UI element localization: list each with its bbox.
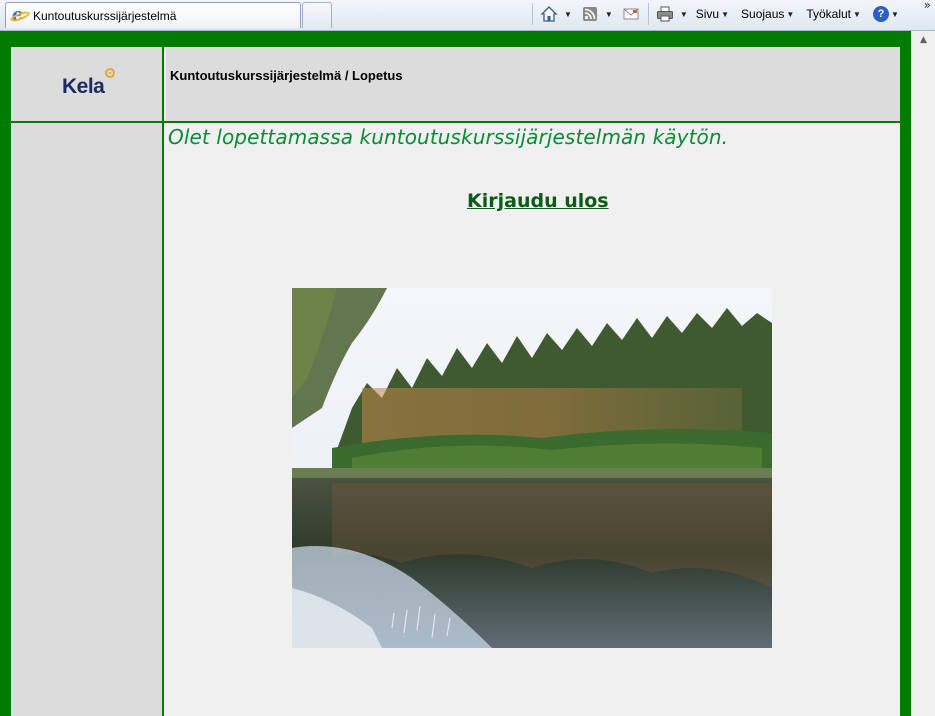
- page-frame: Kela Kuntoutuskurssijärjestelmä / Lopetu…: [11, 47, 900, 716]
- page-menu[interactable]: Sivu ▼: [696, 7, 737, 21]
- lake-landscape-image: [292, 288, 772, 648]
- logout-message: Olet lopettamassa kuntoutuskurssijärjest…: [168, 125, 729, 149]
- new-tab-button[interactable]: [302, 2, 332, 28]
- print-dropdown-arrow[interactable]: ▼: [680, 10, 688, 19]
- kela-logo: Kela: [62, 75, 105, 98]
- kela-logo-mark-icon: [105, 68, 115, 78]
- safety-menu-label: Suojaus: [741, 7, 785, 21]
- safety-menu[interactable]: Suojaus ▼: [741, 7, 802, 21]
- toolbar-separator: [532, 3, 533, 25]
- page-menu-label: Sivu: [695, 7, 720, 21]
- tab-title: Kuntoutuskurssijärjestelmä: [33, 8, 177, 23]
- scroll-up-arrow-icon[interactable]: ▲: [912, 31, 935, 48]
- help-icon: ?: [872, 6, 889, 22]
- home-icon[interactable]: [539, 4, 559, 24]
- browser-toolbar: e Kuntoutuskurssijärjestelmä ▼ ▼ ▼ Sivu …: [0, 0, 935, 31]
- command-bar: ▼ ▼ ▼ Sivu ▼ Suojaus ▼ Työkalut ▼ ? ▼: [528, 0, 911, 28]
- page-background: Kela Kuntoutuskurssijärjestelmä / Lopetu…: [0, 31, 911, 716]
- toolbar-separator: [647, 3, 649, 25]
- logout-link[interactable]: Kirjaudu ulos: [467, 190, 609, 212]
- rss-feed-icon[interactable]: [580, 4, 600, 24]
- chevron-down-icon: ▼: [721, 9, 730, 19]
- breadcrumb: Kuntoutuskurssijärjestelmä / Lopetus: [170, 68, 403, 83]
- tools-menu[interactable]: Työkalut ▼: [806, 7, 869, 21]
- home-dropdown-arrow[interactable]: ▼: [564, 10, 572, 19]
- tools-menu-label: Työkalut: [806, 7, 852, 21]
- main-content: Olet lopettamassa kuntoutuskurssijärjest…: [166, 123, 900, 716]
- browser-tab-active[interactable]: e Kuntoutuskurssijärjestelmä: [5, 2, 301, 28]
- help-menu[interactable]: ? ▼: [872, 6, 907, 22]
- print-icon[interactable]: [655, 4, 675, 24]
- mail-icon[interactable]: [621, 4, 641, 24]
- toolbar-overflow-chevron-icon[interactable]: »: [924, 0, 931, 12]
- feed-dropdown-arrow[interactable]: ▼: [605, 10, 613, 19]
- chevron-down-icon: ▼: [853, 9, 861, 19]
- ie-icon: e: [9, 6, 31, 24]
- left-navigation-panel: [11, 123, 164, 716]
- logo-cell: Kela: [11, 47, 164, 121]
- chevron-down-icon: ▼: [786, 9, 795, 19]
- vertical-scrollbar[interactable]: ▲: [911, 31, 935, 716]
- chevron-down-icon: ▼: [890, 9, 899, 19]
- header-cell: Kuntoutuskurssijärjestelmä / Lopetus: [166, 47, 900, 121]
